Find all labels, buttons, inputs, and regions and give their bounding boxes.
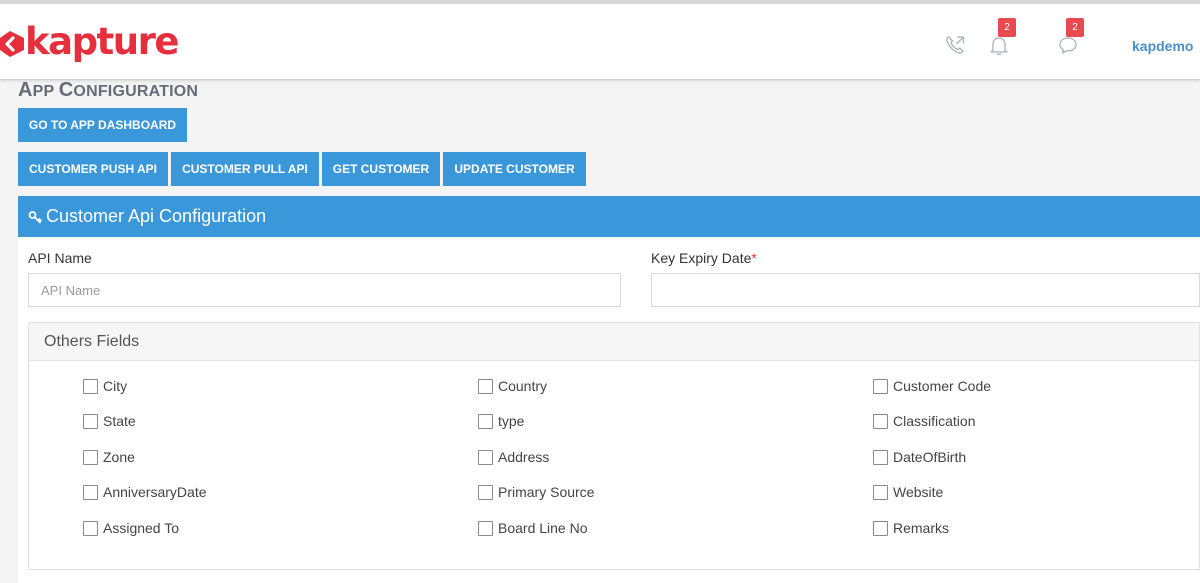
api-name-input[interactable] xyxy=(28,273,621,307)
notifications-badge: 2 xyxy=(998,18,1016,37)
checkbox-box[interactable] xyxy=(478,413,493,429)
tab-get-customer[interactable]: GET CUSTOMER xyxy=(322,152,440,186)
chat-icon[interactable] xyxy=(1057,34,1079,56)
checkbox-label: Remarks xyxy=(893,520,950,536)
checkbox-box[interactable] xyxy=(873,378,888,394)
kapture-logo[interactable]: kapture xyxy=(0,20,179,64)
checkbox-label: Assigned To xyxy=(103,520,180,536)
go-to-app-dashboard-button[interactable]: GO TO APP DASHBOARD xyxy=(18,108,187,142)
bell-icon[interactable] xyxy=(988,34,1010,56)
checkbox-box[interactable] xyxy=(83,413,98,429)
checkbox-box[interactable] xyxy=(873,484,888,500)
checkbox-label: type xyxy=(498,413,525,429)
page-title: APP CONFIGURATION xyxy=(18,79,199,101)
key-expiry-date-input[interactable] xyxy=(651,273,1200,307)
user-menu[interactable]: kapdemo xyxy=(1132,38,1193,54)
checkbox-box[interactable] xyxy=(478,378,493,394)
checkbox-box[interactable] xyxy=(83,520,98,536)
logo-text: kapture xyxy=(25,20,179,63)
checkbox-classification[interactable]: Classification xyxy=(873,413,975,429)
tab-customer-pull-api[interactable]: CUSTOMER PULL API xyxy=(171,152,319,186)
page-content: APP CONFIGURATION GO TO APP DASHBOARD CU… xyxy=(0,80,1200,583)
checkbox-box[interactable] xyxy=(873,520,888,536)
checkbox-label: DateOfBirth xyxy=(893,449,967,465)
checkbox-box[interactable] xyxy=(873,413,888,429)
required-marker: * xyxy=(751,250,757,266)
key-icon xyxy=(28,210,42,223)
checkbox-anniversary-date[interactable]: AnniversaryDate xyxy=(83,484,207,500)
checkbox-box[interactable] xyxy=(873,449,888,465)
checkbox-label: AnniversaryDate xyxy=(103,484,207,500)
checkbox-box[interactable] xyxy=(478,520,493,536)
checkbox-box[interactable] xyxy=(83,484,98,500)
checkbox-customer-code[interactable]: Customer Code xyxy=(873,378,991,394)
panel-header: Customer Api Configuration xyxy=(18,196,1200,237)
others-fields-title: Others Fields xyxy=(29,323,1199,361)
checkbox-website[interactable]: Website xyxy=(873,484,943,500)
checkbox-box[interactable] xyxy=(478,449,493,465)
checkbox-address[interactable]: Address xyxy=(478,449,549,465)
checkbox-label: Board Line No xyxy=(498,520,588,536)
checkbox-type[interactable]: type xyxy=(478,413,524,429)
phone-icon[interactable] xyxy=(944,34,966,56)
checkbox-label: Website xyxy=(893,484,944,500)
checkbox-label: Zone xyxy=(103,449,135,465)
tab-update-customer[interactable]: UPDATE CUSTOMER xyxy=(443,152,586,186)
checkbox-box[interactable] xyxy=(83,449,98,465)
checkbox-city[interactable]: City xyxy=(83,378,127,394)
logo-mark-icon xyxy=(0,31,24,57)
customer-api-configuration-panel: Customer Api Configuration API Name Key … xyxy=(18,196,1200,583)
tab-customer-push-api[interactable]: CUSTOMER PUSH API xyxy=(18,152,168,186)
panel-title: Customer Api Configuration xyxy=(46,206,267,226)
checkbox-primary-source[interactable]: Primary Source xyxy=(478,484,594,500)
checkbox-label: Classification xyxy=(893,413,976,429)
others-fields-section: Others Fields City Country Customer Code… xyxy=(28,322,1200,570)
checkbox-state[interactable]: State xyxy=(83,413,136,429)
checkbox-label: Primary Source xyxy=(498,484,595,500)
checkbox-label: Country xyxy=(498,378,548,394)
checkbox-label: Customer Code xyxy=(893,378,992,394)
checkbox-box[interactable] xyxy=(478,484,493,500)
checkbox-box[interactable] xyxy=(83,378,98,394)
checkbox-remarks[interactable]: Remarks xyxy=(873,520,949,536)
top-navbar: kapture 2 2 kapdemo xyxy=(0,0,1200,80)
key-expiry-date-label: Key Expiry Date* xyxy=(651,250,757,266)
checkbox-assigned-to[interactable]: Assigned To xyxy=(83,520,179,536)
checkbox-board-line-no[interactable]: Board Line No xyxy=(478,520,588,536)
checkbox-date-of-birth[interactable]: DateOfBirth xyxy=(873,449,966,465)
messages-badge: 2 xyxy=(1066,18,1084,37)
checkbox-country[interactable]: Country xyxy=(478,378,547,394)
api-name-label: API Name xyxy=(28,250,92,266)
checkbox-label: Address xyxy=(498,449,550,465)
checkbox-label: City xyxy=(103,378,128,394)
checkbox-label: State xyxy=(103,413,136,429)
checkbox-zone[interactable]: Zone xyxy=(83,449,135,465)
